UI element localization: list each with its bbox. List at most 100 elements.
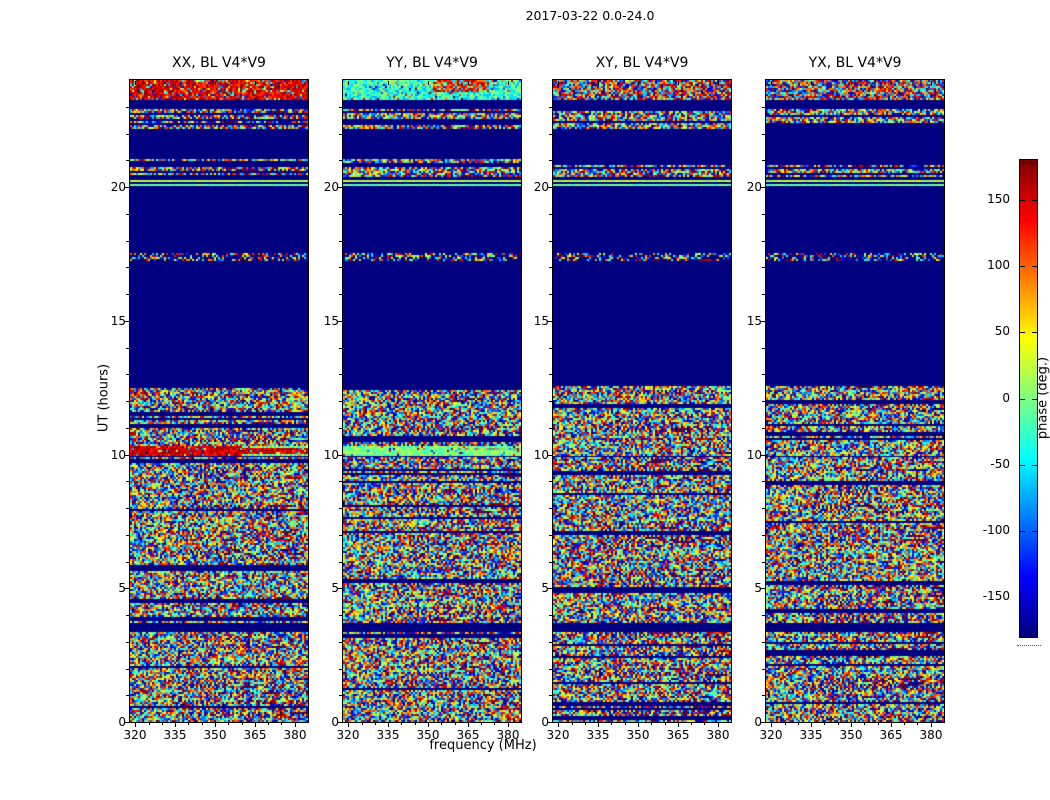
x-minor-tick xyxy=(494,723,495,725)
x-tick-mark-top xyxy=(678,81,679,85)
x-tick-mark xyxy=(598,723,599,727)
y-minor-tick xyxy=(339,160,342,161)
colorbar-minor-hatch xyxy=(1027,632,1028,636)
x-tick-mark-top xyxy=(255,81,256,85)
y-minor-tick xyxy=(549,294,552,295)
y-minor-tick xyxy=(339,267,342,268)
y-minor-tick xyxy=(126,695,129,696)
y-tick-label: 15 xyxy=(323,314,339,328)
x-tick-mark-top xyxy=(851,81,852,85)
y-minor-tick xyxy=(762,695,765,696)
y-tick-label: 20 xyxy=(110,180,126,194)
x-minor-tick xyxy=(242,723,243,725)
colorbar-tick-label: 150 xyxy=(987,192,1010,206)
x-tick-mark xyxy=(811,723,812,727)
x-minor-tick xyxy=(824,723,825,725)
colorbar-minor-hatch xyxy=(1025,161,1026,165)
colorbar-tick-mark xyxy=(1032,465,1037,466)
x-tick-mark xyxy=(638,723,639,727)
x-tick-mark-top xyxy=(638,81,639,85)
y-tick-label: 15 xyxy=(746,314,762,328)
x-tick-label: 320 xyxy=(336,728,360,742)
y-minor-tick xyxy=(339,241,342,242)
colorbar-tick-mark xyxy=(1020,597,1025,598)
y-minor-tick xyxy=(126,562,129,563)
y-tick-label: 5 xyxy=(754,581,762,595)
y-minor-tick xyxy=(762,294,765,295)
x-tick-label: 350 xyxy=(416,728,440,742)
y-minor-tick xyxy=(339,615,342,616)
colorbar-tick-label: 0 xyxy=(1002,391,1010,405)
y-tick-label: 10 xyxy=(533,448,549,462)
x-tick-mark xyxy=(468,723,469,727)
y-tick-label: 15 xyxy=(533,314,549,328)
colorbar-tick-mark xyxy=(1032,332,1037,333)
y-minor-tick xyxy=(339,134,342,135)
x-tick-label: 365 xyxy=(879,728,903,742)
colorbar-tick-mark xyxy=(1032,399,1037,400)
colorbar-tick-label: 50 xyxy=(994,324,1010,338)
x-minor-tick xyxy=(572,723,573,725)
panel-title: XX, BL V4*V9 xyxy=(172,55,266,71)
x-tick-mark-top xyxy=(558,81,559,85)
y-minor-tick xyxy=(549,374,552,375)
y-minor-tick xyxy=(762,134,765,135)
y-minor-tick xyxy=(339,535,342,536)
x-tick-label: 380 xyxy=(919,728,943,742)
colorbar-tick-mark xyxy=(1020,332,1025,333)
y-minor-tick xyxy=(762,615,765,616)
y-minor-tick xyxy=(762,348,765,349)
colorbar-tick-mark xyxy=(1032,266,1037,267)
y-minor-tick xyxy=(549,669,552,670)
colorbar-minor-hatch xyxy=(1031,632,1032,636)
y-minor-tick xyxy=(549,107,552,108)
x-minor-tick xyxy=(149,723,150,725)
x-minor-tick xyxy=(455,723,456,725)
colorbar-tick-mark xyxy=(1020,200,1025,201)
y-minor-tick xyxy=(762,267,765,268)
y-minor-tick xyxy=(549,348,552,349)
x-tick-label: 380 xyxy=(496,728,520,742)
y-minor-tick xyxy=(339,642,342,643)
x-minor-tick xyxy=(625,723,626,725)
y-minor-tick xyxy=(762,508,765,509)
y-minor-tick xyxy=(339,428,342,429)
x-minor-tick xyxy=(665,723,666,725)
heatmap-canvas xyxy=(553,80,731,722)
colorbar-tick-label: -100 xyxy=(982,523,1010,537)
colorbar-minor-hatch xyxy=(1023,161,1024,165)
y-minor-tick xyxy=(126,428,129,429)
y-minor-tick xyxy=(762,214,765,215)
x-minor-tick xyxy=(188,723,189,725)
y-minor-tick xyxy=(339,481,342,482)
y-minor-tick xyxy=(126,134,129,135)
colorbar-minor-hatch xyxy=(1035,161,1036,165)
x-tick-mark xyxy=(678,723,679,727)
colorbar-minor-hatch xyxy=(1025,632,1026,636)
colorbar-tick-mark xyxy=(1020,531,1025,532)
x-minor-tick xyxy=(202,723,203,725)
y-minor-tick xyxy=(339,107,342,108)
colorbar-minor-hatch xyxy=(1033,161,1034,165)
x-tick-mark-top xyxy=(135,81,136,85)
x-minor-tick xyxy=(441,723,442,725)
panel-title: XY, BL V4*V9 xyxy=(595,55,689,71)
x-minor-tick xyxy=(401,723,402,725)
y-minor-tick xyxy=(126,535,129,536)
heatmap-panel xyxy=(342,79,522,723)
y-minor-tick xyxy=(549,241,552,242)
x-tick-mark xyxy=(255,723,256,727)
colorbar-minor-hatch xyxy=(1029,632,1030,636)
y-minor-tick xyxy=(126,294,129,295)
x-minor-tick xyxy=(268,723,269,725)
y-minor-tick xyxy=(126,348,129,349)
x-minor-tick xyxy=(691,723,692,725)
colorbar-tick-mark xyxy=(1020,399,1025,400)
y-axis-label: UT (hours) xyxy=(96,363,112,433)
y-minor-tick xyxy=(549,562,552,563)
y-tick-label: 20 xyxy=(746,180,762,194)
x-tick-mark xyxy=(771,723,772,727)
x-tick-label: 320 xyxy=(759,728,783,742)
y-minor-tick xyxy=(549,428,552,429)
x-tick-label: 335 xyxy=(163,728,187,742)
